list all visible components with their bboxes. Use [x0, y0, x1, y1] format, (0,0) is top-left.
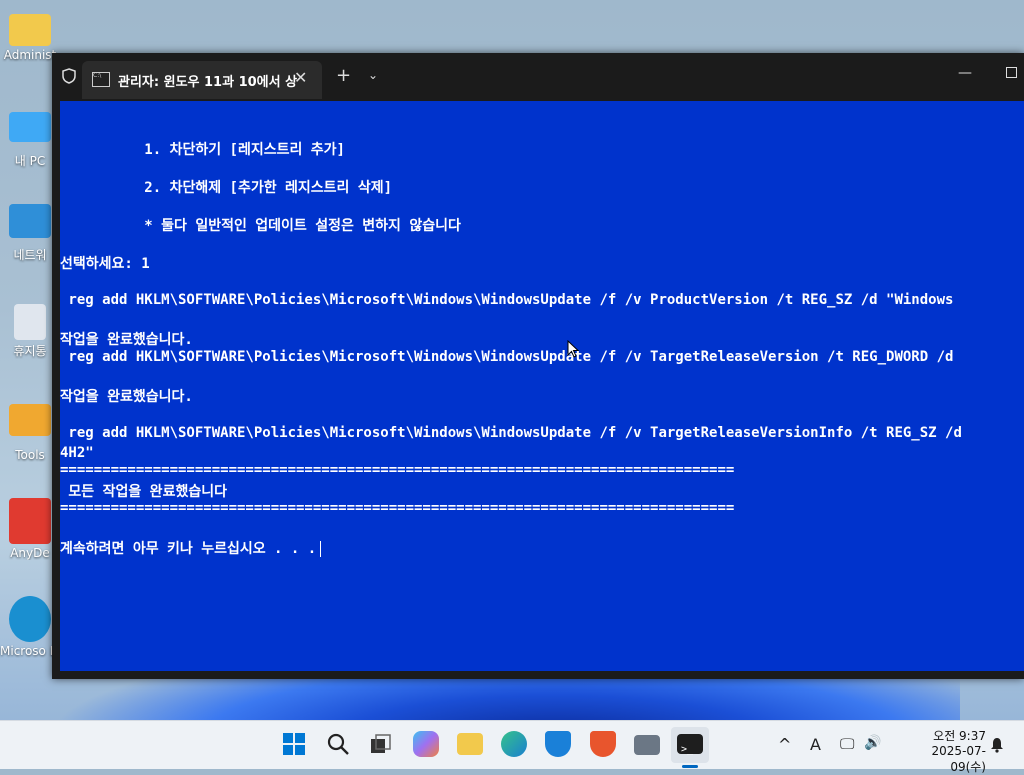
- console-line: reg add HKLM\SOFTWARE\Policies\Microsoft…: [60, 349, 954, 365]
- printer-icon[interactable]: [634, 735, 660, 755]
- tools-folder-icon: [9, 404, 51, 436]
- desktop-icon-label: Microso Edge: [0, 644, 60, 658]
- tray-chevron-icon[interactable]: ^: [778, 735, 791, 754]
- edge-icon: [9, 596, 51, 642]
- minimize-button[interactable]: —: [958, 65, 972, 81]
- console-output[interactable]: 1. 차단하기 [레지스트리 추가] 2. 차단해제 [추가한 레지스트리 삭제…: [60, 101, 1024, 671]
- monitor-icon: [9, 112, 51, 142]
- tab-title: 관리자: 윈도우 11과 10에서 상: [118, 75, 298, 90]
- desktop-icon-recycle-bin[interactable]: 휴지통: [0, 304, 60, 359]
- console-line: reg add HKLM\SOFTWARE\Policies\Microsoft…: [60, 292, 954, 308]
- copilot-icon[interactable]: [413, 731, 439, 757]
- terminal-window: C:\ 관리자: 윈도우 11과 10에서 상 ✕ + ⌄ — 1. 차단하기 …: [52, 53, 1024, 679]
- edge-icon[interactable]: [501, 731, 527, 757]
- admin-shield-icon: [62, 68, 76, 84]
- desktop-icon-label: Tools: [15, 448, 45, 462]
- cmd-icon: C:\: [92, 72, 110, 87]
- console-prompt-line: 계속하려면 아무 키나 누르십시오 . . .: [60, 538, 322, 558]
- console-line: 모든 작업을 완료했습니다: [60, 484, 227, 500]
- mouse-pointer-icon: [567, 340, 579, 358]
- network-icon[interactable]: 🖵: [840, 735, 854, 753]
- separator-line: ========================================…: [60, 500, 735, 516]
- desktop-icon-label: AnyDe: [10, 546, 50, 560]
- desktop-icon-administrator[interactable]: Administ: [0, 10, 60, 62]
- desktop-icon-edge[interactable]: Microso Edge: [0, 596, 60, 658]
- clock-time: 오전 9:37: [933, 729, 986, 743]
- defender-shield-icon[interactable]: [545, 731, 571, 757]
- text-cursor: [320, 541, 322, 557]
- desktop-icon-tools[interactable]: Tools: [0, 404, 60, 462]
- notification-bell-icon[interactable]: [990, 737, 1004, 753]
- tab-terminal[interactable]: C:\ 관리자: 윈도우 11과 10에서 상 ✕: [82, 61, 322, 99]
- brave-icon[interactable]: [590, 731, 616, 757]
- console-line: reg add HKLM\SOFTWARE\Policies\Microsoft…: [60, 425, 962, 441]
- desktop-icon-anydesk[interactable]: AnyDe: [0, 498, 60, 560]
- desktop-icon-label: Administ: [3, 48, 57, 62]
- file-explorer-icon[interactable]: [457, 733, 483, 755]
- taskbar: >_ ^ A 🖵 🔊 오전 9:37 2025-07-09(수): [0, 720, 1024, 774]
- windows-start-icon[interactable]: [281, 731, 307, 757]
- folder-icon: [9, 14, 51, 46]
- console-line: * 둘다 일반적인 업데이트 설정은 변하지 않습니다: [60, 218, 461, 234]
- maximize-button[interactable]: [1006, 67, 1017, 78]
- anydesk-icon: [9, 498, 51, 544]
- volume-icon[interactable]: 🔊: [864, 735, 881, 751]
- ime-icon[interactable]: A: [810, 735, 821, 754]
- console-line: 작업을 완료했습니다.: [60, 332, 193, 348]
- tab-close-icon[interactable]: ✕: [294, 68, 307, 87]
- terminal-icon[interactable]: >_: [677, 734, 703, 755]
- desktop-icon-label: 내 PC: [14, 154, 46, 168]
- clock-date: 2025-07-09(수): [931, 744, 986, 774]
- continue-prompt: 계속하려면 아무 키나 누르십시오 . . .: [60, 541, 317, 557]
- network-globe-icon: [9, 204, 51, 238]
- console-line: 2. 차단해제 [추가한 레지스트리 삭제]: [60, 180, 393, 196]
- console-line: 4H2": [60, 445, 94, 461]
- search-icon[interactable]: [325, 731, 351, 757]
- desktop-icon-network[interactable]: 네트워: [0, 204, 60, 263]
- console-line: 작업을 완료했습니다.: [60, 389, 193, 405]
- desktop-icon-label: 네트워: [13, 248, 47, 262]
- title-bar[interactable]: C:\ 관리자: 윈도우 11과 10에서 상 ✕ + ⌄ —: [52, 53, 1024, 99]
- separator-line: ========================================…: [60, 462, 735, 478]
- tab-dropdown-button[interactable]: ⌄: [368, 68, 378, 82]
- task-view-icon[interactable]: [368, 731, 394, 757]
- desktop-icon-this-pc[interactable]: 내 PC: [0, 108, 60, 169]
- desktop-icon-label: 휴지통: [13, 344, 47, 358]
- new-tab-button[interactable]: +: [336, 65, 351, 86]
- console-line: 선택하세요: 1: [60, 256, 150, 272]
- console-line: 1. 차단하기 [레지스트리 추가]: [60, 142, 345, 158]
- recycle-bin-icon: [14, 304, 46, 340]
